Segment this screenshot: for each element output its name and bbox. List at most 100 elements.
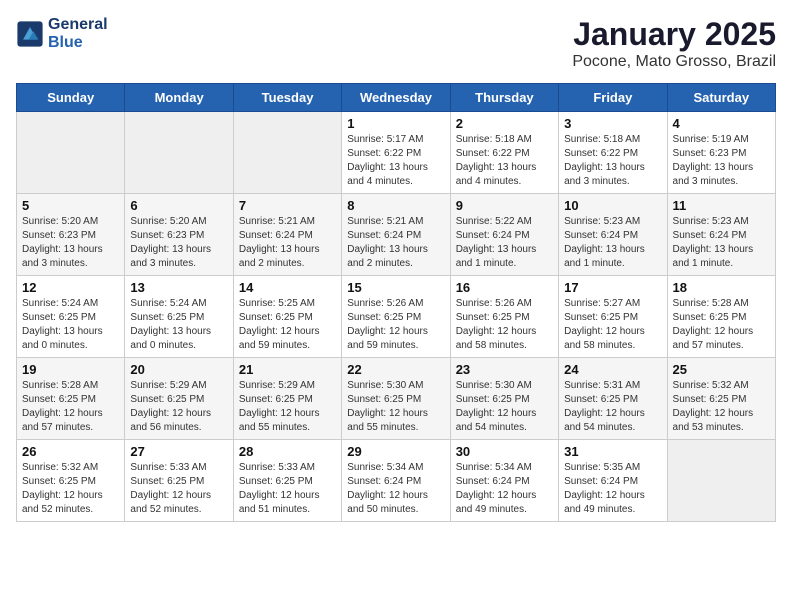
calendar-day: 27 Sunrise: 5:33 AM Sunset: 6:25 PM Dayli… (125, 440, 233, 522)
day-info: Sunrise: 5:33 AM Sunset: 6:25 PM Dayligh… (239, 461, 336, 517)
calendar-day: 28 Sunrise: 5:33 AM Sunset: 6:25 PM Dayli… (233, 440, 341, 522)
calendar-day: 21 Sunrise: 5:29 AM Sunset: 6:25 PM Dayli… (233, 358, 341, 440)
day-number: 2 (456, 116, 553, 131)
day-info: Sunrise: 5:25 AM Sunset: 6:25 PM Dayligh… (239, 297, 336, 353)
month-title: January 2025 (572, 16, 776, 53)
day-info: Sunrise: 5:32 AM Sunset: 6:25 PM Dayligh… (22, 461, 119, 517)
day-number: 30 (456, 444, 553, 459)
day-number: 22 (347, 362, 444, 377)
day-info: Sunrise: 5:18 AM Sunset: 6:22 PM Dayligh… (456, 133, 553, 189)
calendar-day: 30 Sunrise: 5:34 AM Sunset: 6:24 PM Dayli… (450, 440, 558, 522)
calendar-week-row: 19 Sunrise: 5:28 AM Sunset: 6:25 PM Dayli… (17, 358, 776, 440)
day-info: Sunrise: 5:32 AM Sunset: 6:25 PM Dayligh… (673, 379, 770, 435)
day-info: Sunrise: 5:22 AM Sunset: 6:24 PM Dayligh… (456, 215, 553, 271)
day-info: Sunrise: 5:31 AM Sunset: 6:25 PM Dayligh… (564, 379, 661, 435)
calendar-day: 19 Sunrise: 5:28 AM Sunset: 6:25 PM Dayli… (17, 358, 125, 440)
day-number: 11 (673, 198, 770, 213)
day-info: Sunrise: 5:23 AM Sunset: 6:24 PM Dayligh… (673, 215, 770, 271)
calendar-day: 10 Sunrise: 5:23 AM Sunset: 6:24 PM Dayli… (559, 194, 667, 276)
day-info: Sunrise: 5:19 AM Sunset: 6:23 PM Dayligh… (673, 133, 770, 189)
weekday-header: Thursday (450, 84, 558, 112)
day-number: 27 (130, 444, 227, 459)
day-info: Sunrise: 5:26 AM Sunset: 6:25 PM Dayligh… (347, 297, 444, 353)
calendar-day: 5 Sunrise: 5:20 AM Sunset: 6:23 PM Daylig… (17, 194, 125, 276)
weekday-header: Tuesday (233, 84, 341, 112)
calendar-day: 11 Sunrise: 5:23 AM Sunset: 6:24 PM Dayli… (667, 194, 775, 276)
day-info: Sunrise: 5:20 AM Sunset: 6:23 PM Dayligh… (22, 215, 119, 271)
day-number: 12 (22, 280, 119, 295)
day-number: 10 (564, 198, 661, 213)
title-block: January 2025 Pocone, Mato Grosso, Brazil (572, 16, 776, 71)
day-info: Sunrise: 5:20 AM Sunset: 6:23 PM Dayligh… (130, 215, 227, 271)
day-number: 13 (130, 280, 227, 295)
calendar-day: 6 Sunrise: 5:20 AM Sunset: 6:23 PM Daylig… (125, 194, 233, 276)
weekday-header: Monday (125, 84, 233, 112)
day-info: Sunrise: 5:34 AM Sunset: 6:24 PM Dayligh… (347, 461, 444, 517)
calendar-day: 22 Sunrise: 5:30 AM Sunset: 6:25 PM Dayli… (342, 358, 450, 440)
day-info: Sunrise: 5:34 AM Sunset: 6:24 PM Dayligh… (456, 461, 553, 517)
day-info: Sunrise: 5:18 AM Sunset: 6:22 PM Dayligh… (564, 133, 661, 189)
calendar-day: 16Sunrise: 5:26 AM Sunset: 6:25 PM Dayli… (450, 276, 558, 358)
day-info: Sunrise: 5:29 AM Sunset: 6:25 PM Dayligh… (239, 379, 336, 435)
logo-icon (16, 20, 44, 48)
calendar-day: 29 Sunrise: 5:34 AM Sunset: 6:24 PM Dayli… (342, 440, 450, 522)
day-number: 29 (347, 444, 444, 459)
day-number: 17 (564, 280, 661, 295)
calendar-table: SundayMondayTuesdayWednesdayThursdayFrid… (16, 83, 776, 522)
calendar-empty (667, 440, 775, 522)
day-info: Sunrise: 5:24 AM Sunset: 6:25 PM Dayligh… (130, 297, 227, 353)
day-number: 24 (564, 362, 661, 377)
weekday-header: Friday (559, 84, 667, 112)
calendar-day: 1Sunrise: 5:17 AM Sunset: 6:22 PM Daylig… (342, 112, 450, 194)
day-info: Sunrise: 5:24 AM Sunset: 6:25 PM Dayligh… (22, 297, 119, 353)
day-info: Sunrise: 5:27 AM Sunset: 6:25 PM Dayligh… (564, 297, 661, 353)
calendar-day: 4 Sunrise: 5:19 AM Sunset: 6:23 PM Daylig… (667, 112, 775, 194)
calendar-empty (125, 112, 233, 194)
day-number: 5 (22, 198, 119, 213)
calendar-week-row: 5 Sunrise: 5:20 AM Sunset: 6:23 PM Daylig… (17, 194, 776, 276)
day-number: 20 (130, 362, 227, 377)
logo-text: General Blue (48, 16, 108, 52)
weekday-header: Sunday (17, 84, 125, 112)
calendar-empty (17, 112, 125, 194)
calendar-day: 3 Sunrise: 5:18 AM Sunset: 6:22 PM Daylig… (559, 112, 667, 194)
day-number: 6 (130, 198, 227, 213)
day-number: 18 (673, 280, 770, 295)
day-number: 25 (673, 362, 770, 377)
day-info: Sunrise: 5:28 AM Sunset: 6:25 PM Dayligh… (22, 379, 119, 435)
day-number: 23 (456, 362, 553, 377)
calendar-day: 14Sunrise: 5:25 AM Sunset: 6:25 PM Dayli… (233, 276, 341, 358)
day-info: Sunrise: 5:28 AM Sunset: 6:25 PM Dayligh… (673, 297, 770, 353)
day-info: Sunrise: 5:29 AM Sunset: 6:25 PM Dayligh… (130, 379, 227, 435)
day-number: 28 (239, 444, 336, 459)
weekday-header-row: SundayMondayTuesdayWednesdayThursdayFrid… (17, 84, 776, 112)
day-number: 3 (564, 116, 661, 131)
calendar-day: 18 Sunrise: 5:28 AM Sunset: 6:25 PM Dayli… (667, 276, 775, 358)
location-title: Pocone, Mato Grosso, Brazil (572, 53, 776, 71)
calendar-day: 23 Sunrise: 5:30 AM Sunset: 6:25 PM Dayli… (450, 358, 558, 440)
calendar-day: 26 Sunrise: 5:32 AM Sunset: 6:25 PM Dayli… (17, 440, 125, 522)
day-number: 21 (239, 362, 336, 377)
calendar-week-row: 12 Sunrise: 5:24 AM Sunset: 6:25 PM Dayli… (17, 276, 776, 358)
day-number: 19 (22, 362, 119, 377)
logo: General Blue (16, 16, 108, 52)
calendar-empty (233, 112, 341, 194)
day-info: Sunrise: 5:21 AM Sunset: 6:24 PM Dayligh… (239, 215, 336, 271)
day-info: Sunrise: 5:30 AM Sunset: 6:25 PM Dayligh… (347, 379, 444, 435)
day-number: 4 (673, 116, 770, 131)
day-info: Sunrise: 5:30 AM Sunset: 6:25 PM Dayligh… (456, 379, 553, 435)
weekday-header: Wednesday (342, 84, 450, 112)
day-number: 8 (347, 198, 444, 213)
day-info: Sunrise: 5:33 AM Sunset: 6:25 PM Dayligh… (130, 461, 227, 517)
calendar-day: 9 Sunrise: 5:22 AM Sunset: 6:24 PM Daylig… (450, 194, 558, 276)
day-number: 15 (347, 280, 444, 295)
day-number: 9 (456, 198, 553, 213)
day-number: 16 (456, 280, 553, 295)
day-info: Sunrise: 5:35 AM Sunset: 6:24 PM Dayligh… (564, 461, 661, 517)
calendar-day: 15 Sunrise: 5:26 AM Sunset: 6:25 PM Dayli… (342, 276, 450, 358)
day-info: Sunrise: 5:23 AM Sunset: 6:24 PM Dayligh… (564, 215, 661, 271)
calendar-day: 24 Sunrise: 5:31 AM Sunset: 6:25 PM Dayli… (559, 358, 667, 440)
calendar-day: 17 Sunrise: 5:27 AM Sunset: 6:25 PM Dayli… (559, 276, 667, 358)
day-number: 26 (22, 444, 119, 459)
calendar-day: 8Sunrise: 5:21 AM Sunset: 6:24 PM Daylig… (342, 194, 450, 276)
